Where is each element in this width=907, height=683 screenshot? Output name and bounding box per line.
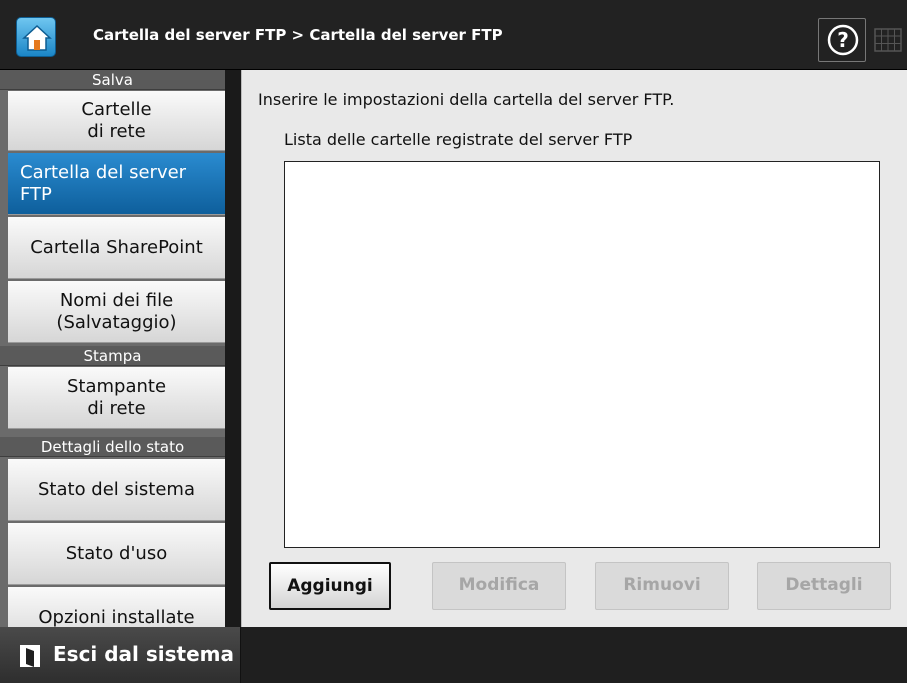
sidebar-item-label: Nomi dei file xyxy=(59,289,174,311)
top-bar: Cartella del server FTP > Cartella del s… xyxy=(0,0,907,70)
home-icon xyxy=(22,24,52,51)
help-icon: ? xyxy=(827,24,859,56)
ftp-folder-list[interactable] xyxy=(284,161,880,548)
sidebar-item-network-folders[interactable]: Cartelle di rete xyxy=(8,91,225,151)
sidebar-item-usage-status[interactable]: Stato d'uso xyxy=(8,523,225,585)
section-header-stampa: Stampa xyxy=(0,346,225,366)
section-header-salva: Salva xyxy=(0,70,225,90)
sidebar-item-ftp-folder[interactable]: Cartella del server FTP xyxy=(8,153,225,215)
sidebar-item-system-status[interactable]: Stato del sistema xyxy=(8,459,225,521)
sidebar-item-label: Stato d'uso xyxy=(65,542,168,564)
sidebar-item-label: Cartella del server xyxy=(20,161,187,183)
logout-icon xyxy=(20,645,40,667)
svg-text:?: ? xyxy=(837,28,849,52)
sidebar-item-label: FTP xyxy=(20,183,52,205)
sidebar-item-installed-options[interactable]: Opzioni installate xyxy=(8,587,225,627)
sidebar-item-label: Stato del sistema xyxy=(38,478,195,500)
sidebar-item-label: di rete xyxy=(87,397,146,419)
help-button[interactable]: ? xyxy=(818,18,866,62)
keypad-button[interactable] xyxy=(868,18,907,62)
add-button[interactable]: Aggiungi xyxy=(269,562,391,610)
sidebar: Salva Cartelle di rete Cartella del serv… xyxy=(0,70,225,627)
main-panel: Inserire le impostazioni della cartella … xyxy=(241,70,907,627)
footer-bar: Esci dal sistema xyxy=(0,627,907,683)
sidebar-item-label: Opzioni installate xyxy=(38,606,195,628)
section-header-status-details: Dettagli dello stato xyxy=(0,437,225,457)
edit-button[interactable]: Modifica xyxy=(432,562,566,610)
keypad-icon xyxy=(874,28,902,52)
folder-list-label: Lista delle cartelle registrate del serv… xyxy=(284,130,633,149)
instruction-text: Inserire le impostazioni della cartella … xyxy=(258,90,675,109)
logout-label: Esci dal sistema xyxy=(53,642,234,666)
sidebar-item-sharepoint-folder[interactable]: Cartella SharePoint xyxy=(8,217,225,279)
sidebar-item-label: di rete xyxy=(87,120,146,142)
sidebar-item-label: Cartella SharePoint xyxy=(30,236,203,258)
sidebar-item-label: Stampante xyxy=(66,375,167,397)
home-button[interactable] xyxy=(16,17,56,57)
sidebar-item-label: Cartelle xyxy=(81,98,152,120)
breadcrumb: Cartella del server FTP > Cartella del s… xyxy=(93,26,503,44)
remove-button[interactable]: Rimuovi xyxy=(595,562,729,610)
sidebar-item-network-printer[interactable]: Stampante di rete xyxy=(8,367,225,429)
details-button[interactable]: Dettagli xyxy=(757,562,891,610)
logout-button[interactable]: Esci dal sistema xyxy=(0,627,241,683)
sidebar-item-label: (Salvataggio) xyxy=(56,311,177,333)
sidebar-item-file-names[interactable]: Nomi dei file (Salvataggio) xyxy=(8,281,225,343)
